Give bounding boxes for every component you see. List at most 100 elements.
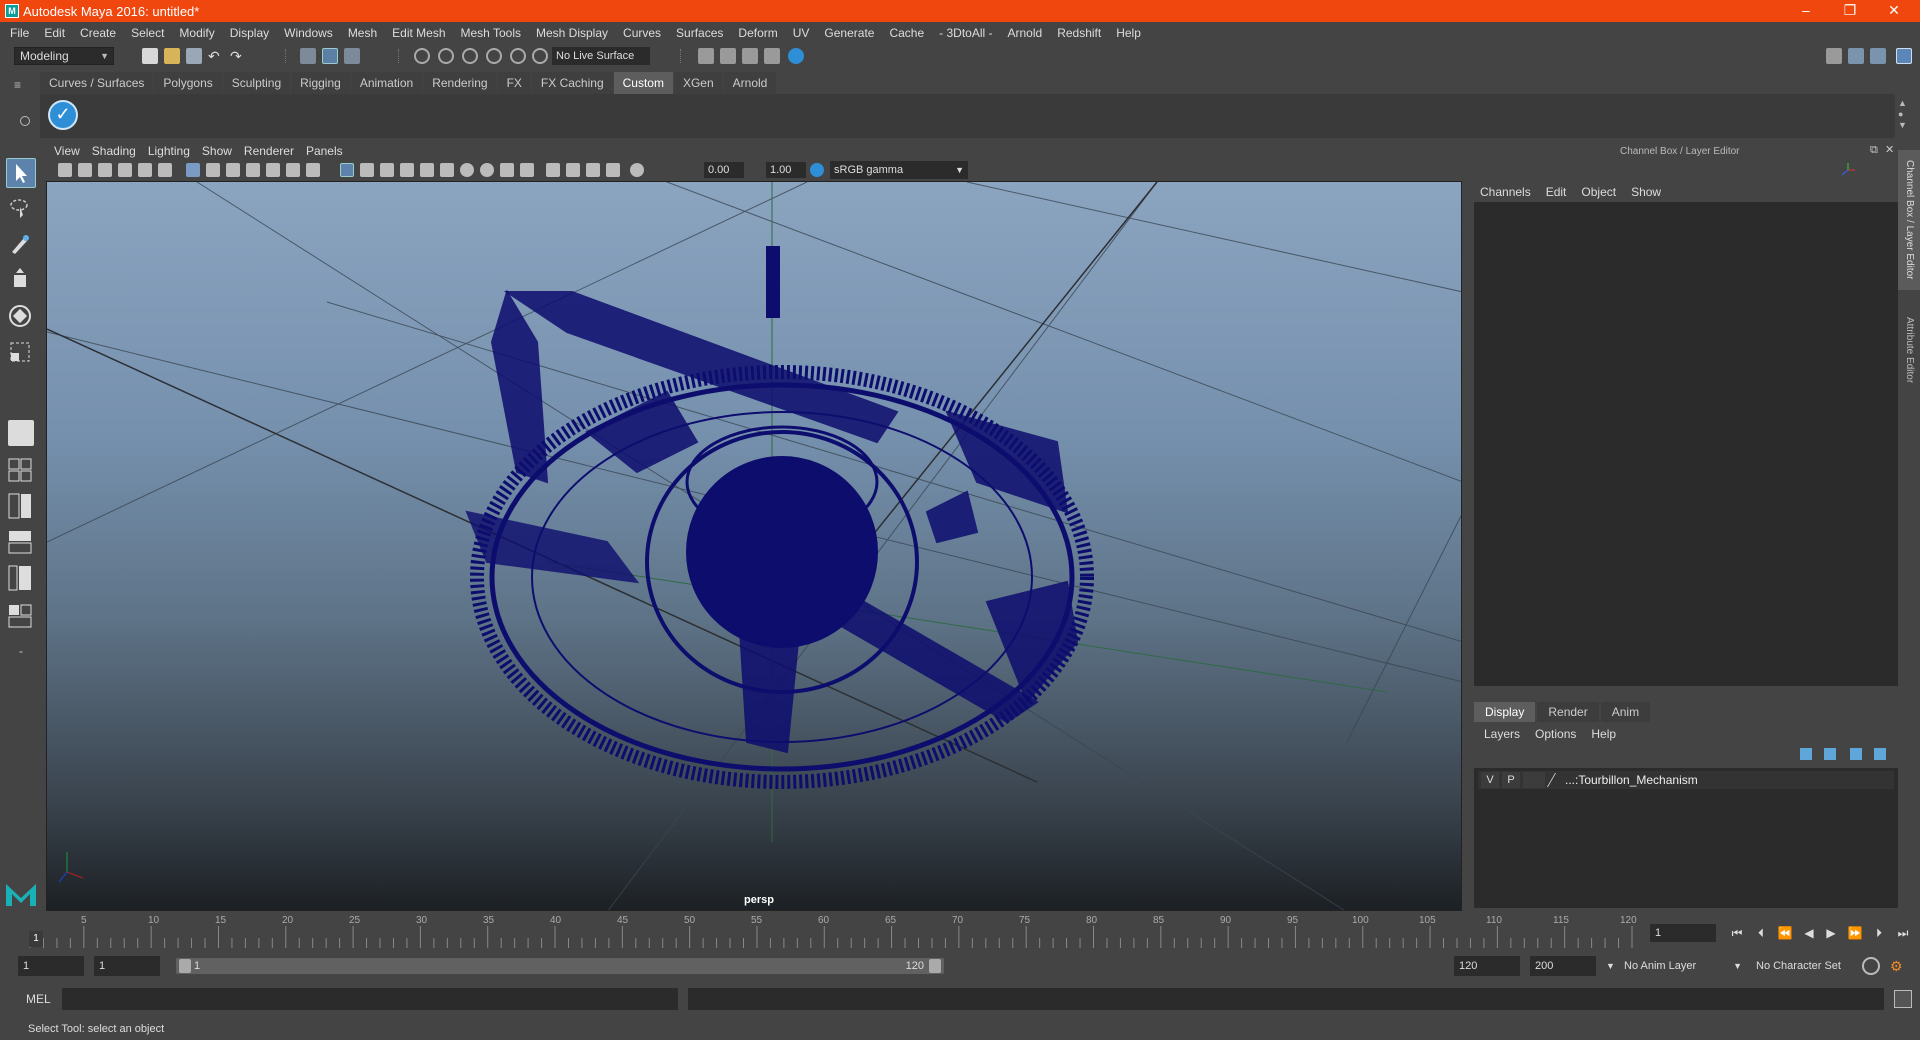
go-to-end-icon[interactable]: ⏭: [1894, 924, 1912, 942]
safe-title-icon[interactable]: [306, 163, 320, 177]
resolution-gate-icon[interactable]: [226, 163, 240, 177]
menu-help[interactable]: Help: [1116, 26, 1141, 40]
textured-icon[interactable]: [400, 163, 414, 177]
current-frame-marker[interactable]: 1: [29, 931, 43, 947]
float-panel-icon[interactable]: ⧉: [1870, 144, 1878, 157]
shelf-tab-polygons[interactable]: Polygons: [154, 72, 222, 94]
select-hierarchy-icon[interactable]: [300, 48, 316, 64]
close-button[interactable]: ✕: [1872, 0, 1916, 22]
exposure-field[interactable]: 0.00: [704, 162, 744, 178]
menu-create[interactable]: Create: [80, 26, 116, 40]
shelf-tab-sculpting[interactable]: Sculpting: [222, 72, 291, 94]
grid-icon[interactable]: [186, 163, 200, 177]
shelf-tab-custom[interactable]: Custom: [613, 72, 673, 94]
snap-point-icon[interactable]: [462, 48, 478, 64]
tab-render[interactable]: Render: [1537, 702, 1599, 722]
smooth-shade-icon[interactable]: [360, 163, 374, 177]
attribute-editor-icon[interactable]: [1848, 48, 1864, 64]
panel-menu-shading[interactable]: Shading: [92, 144, 136, 158]
xray-joints-icon[interactable]: [586, 163, 600, 177]
shelf-tab-rigging[interactable]: Rigging: [291, 72, 350, 94]
menu-display[interactable]: Display: [230, 26, 269, 40]
menu-redshift[interactable]: Redshift: [1057, 26, 1101, 40]
axis-icon[interactable]: [1840, 162, 1856, 178]
menu-select[interactable]: Select: [131, 26, 164, 40]
command-language-label[interactable]: MEL: [26, 992, 51, 1006]
scale-tool-icon[interactable]: [6, 338, 36, 368]
screen-space-ao-icon[interactable]: [460, 163, 474, 177]
film-gate-icon[interactable]: [206, 163, 220, 177]
time-slider[interactable]: [26, 920, 1636, 948]
tab-anim[interactable]: Anim: [1600, 702, 1651, 722]
menu-set-dropdown[interactable]: Modeling ▼: [14, 47, 114, 65]
preferences-icon[interactable]: ⚙: [1890, 957, 1908, 975]
animation-end-field[interactable]: 200: [1530, 956, 1596, 976]
2d-pan-zoom-icon[interactable]: [138, 163, 152, 177]
channel-box-list[interactable]: [1474, 202, 1898, 686]
use-all-lights-icon[interactable]: [420, 163, 434, 177]
step-forward-key-icon[interactable]: ⏵: [1870, 924, 1888, 942]
lasso-tool-icon[interactable]: [6, 194, 36, 224]
layer-playback-toggle[interactable]: P: [1502, 772, 1520, 788]
live-surface-field[interactable]: No Live Surface: [552, 47, 650, 65]
shelf-settings-icon[interactable]: [20, 116, 30, 126]
move-layer-up-icon[interactable]: [1800, 748, 1812, 760]
menu-mesh-display[interactable]: Mesh Display: [536, 26, 608, 40]
channels-menu[interactable]: Channels: [1480, 185, 1531, 199]
go-to-start-icon[interactable]: ⏮: [1728, 924, 1746, 942]
quick-layout-single-icon[interactable]: [8, 420, 34, 446]
toolbox-expand-icon[interactable]: -: [10, 644, 32, 660]
command-input[interactable]: [62, 988, 678, 1010]
menu-3dtoall[interactable]: - 3DtoAll -: [939, 26, 992, 40]
anim-layer-dropdown[interactable]: No Anim Layer ▼: [1620, 957, 1744, 976]
panel-menu-view[interactable]: View: [54, 144, 80, 158]
auto-key-icon[interactable]: [1862, 957, 1880, 975]
menu-edit-mesh[interactable]: Edit Mesh: [392, 26, 445, 40]
hypershade-icon[interactable]: [764, 48, 780, 64]
checkmark-icon[interactable]: ✓: [48, 100, 78, 130]
step-back-key-icon[interactable]: ⏴: [1752, 924, 1770, 942]
shelf-tab-animation[interactable]: Animation: [350, 72, 423, 94]
ipr-render-icon[interactable]: [720, 48, 736, 64]
layer-row[interactable]: V P ...:Tourbillon_Mechanism: [1478, 771, 1894, 789]
panel-menu-renderer[interactable]: Renderer: [244, 144, 294, 158]
wireframe-on-shaded-icon[interactable]: [380, 163, 394, 177]
viewport-persp[interactable]: persp: [46, 181, 1462, 911]
move-tool-icon[interactable]: [6, 266, 36, 296]
menu-arnold[interactable]: Arnold: [1008, 26, 1043, 40]
menu-cache[interactable]: Cache: [889, 26, 924, 40]
menu-windows[interactable]: Windows: [284, 26, 333, 40]
step-forward-frame-icon[interactable]: ⏩: [1846, 924, 1864, 942]
chevron-down-icon[interactable]: ▼: [1602, 957, 1616, 976]
panel-menu-show[interactable]: Show: [202, 144, 232, 158]
current-frame-field[interactable]: 1: [1650, 924, 1716, 942]
channel-box-side-tab[interactable]: Channel Box / Layer Editor: [1898, 150, 1920, 290]
shelf-tab-curves-surfaces[interactable]: Curves / Surfaces: [40, 72, 154, 94]
image-plane-icon[interactable]: [118, 163, 132, 177]
shelf-menu-icon[interactable]: ≡: [14, 78, 28, 92]
shelf-tab-arnold[interactable]: Arnold: [723, 72, 777, 94]
exposure-icon[interactable]: [630, 163, 644, 177]
snap-vertex-icon[interactable]: [532, 48, 548, 64]
range-end-handle[interactable]: [929, 959, 941, 973]
select-object-icon[interactable]: [322, 48, 338, 64]
modeling-toolkit-icon[interactable]: [1826, 48, 1842, 64]
step-back-frame-icon[interactable]: ⏪: [1776, 924, 1794, 942]
camera-attributes-icon[interactable]: [78, 163, 92, 177]
render-settings-icon[interactable]: [742, 48, 758, 64]
menu-edit[interactable]: Edit: [44, 26, 65, 40]
layer-options-menu[interactable]: Options: [1535, 727, 1576, 741]
menu-generate[interactable]: Generate: [824, 26, 874, 40]
menu-surfaces[interactable]: Surfaces: [676, 26, 723, 40]
animation-start-field[interactable]: 1: [18, 956, 84, 976]
quick-layout-graph-icon[interactable]: [6, 528, 36, 556]
menu-modify[interactable]: Modify: [179, 26, 214, 40]
xray-icon[interactable]: [566, 163, 580, 177]
shelf-scroll-icon[interactable]: ▲ ● ▼: [1898, 98, 1907, 131]
field-chart-icon[interactable]: [266, 163, 280, 177]
play-backwards-icon[interactable]: ◀: [1800, 924, 1818, 942]
playback-end-field[interactable]: 120: [1454, 956, 1520, 976]
quick-layout-persp-outliner-icon[interactable]: [6, 564, 36, 592]
attribute-editor-side-tab[interactable]: Attribute Editor: [1898, 300, 1920, 400]
character-set-dropdown[interactable]: No Character Set: [1752, 957, 1868, 976]
